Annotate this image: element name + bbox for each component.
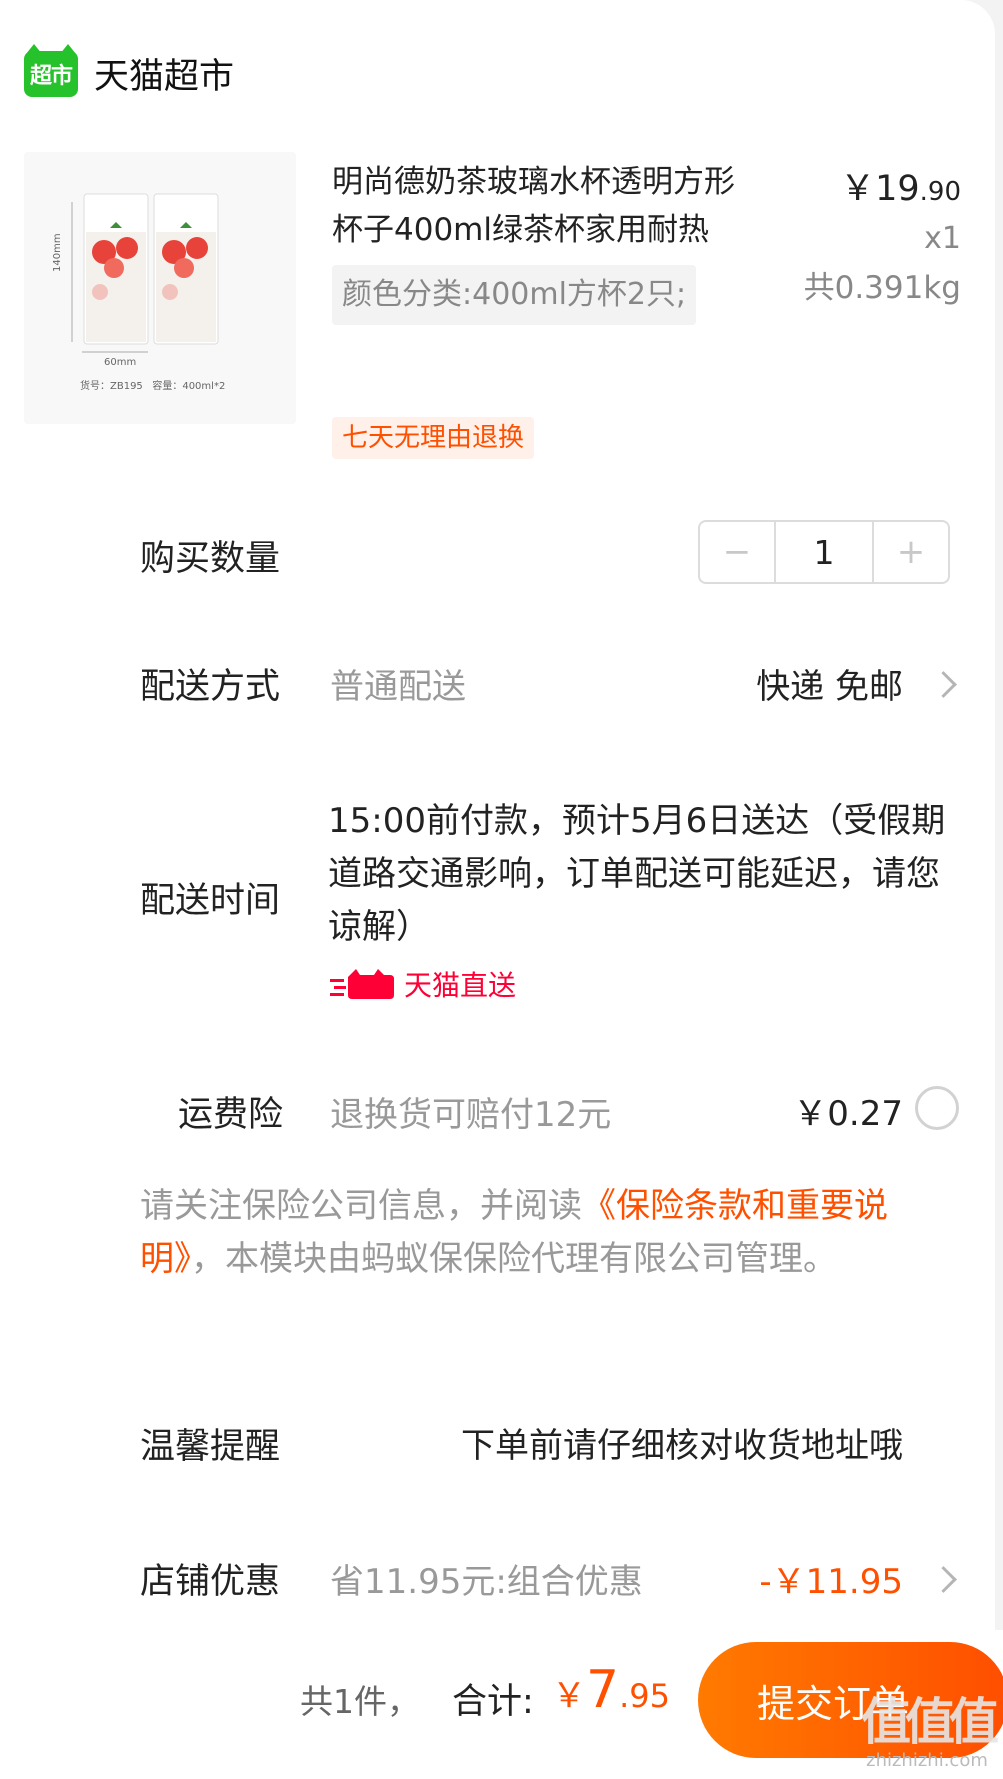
insurance-note: 请关注保险公司信息，并阅读《保险条款和重要说明》，本模块由蚂蚁保保险代理有限公司…: [140, 1180, 970, 1286]
image-width-label: 60mm: [104, 357, 137, 368]
product-image[interactable]: 140mm 60mm 货号：ZB195 容量：400ml*2: [24, 152, 296, 424]
tmall-direct-text: 天猫直送: [404, 969, 517, 1002]
purchase-quantity-label: 购买数量: [140, 539, 281, 579]
return-policy-tag: 七天无理由退换: [332, 417, 535, 459]
delivery-time-label: 配送时间: [140, 881, 281, 921]
total-currency: ￥: [552, 1676, 586, 1716]
increase-button[interactable]: +: [874, 522, 948, 582]
shipping-insurance-sub: 退换货可赔付12元: [330, 1095, 612, 1135]
store-logo-text: 超市: [29, 63, 73, 89]
store-discount-sub: 省11.95元:组合优惠: [330, 1562, 643, 1602]
shipping-insurance-label: 运费险: [178, 1095, 284, 1135]
price-area: ￥19.90 x1 共0.391kg: [761, 160, 961, 307]
store-name: 天猫超市: [94, 57, 235, 97]
image-spec-label: 货号：ZB195 容量：400ml*2: [80, 381, 226, 392]
product-sku[interactable]: 颜色分类:400ml方杯2只;: [332, 265, 697, 325]
shipping-method-sub: 普通配送: [330, 667, 466, 707]
order-card: 超市 天猫超市 140mm 60mm 货号：ZB195 容量：400ml*2 明…: [0, 0, 995, 1779]
total-label: 合计:: [452, 1682, 534, 1722]
checkout-bar: 共1件， 合计: ￥7.95 提交订单 值值值 zhizhizhi.com: [0, 1630, 1003, 1779]
watermark-logo: 值值值: [861, 1693, 999, 1751]
store-discount-label: 店铺优惠: [140, 1562, 281, 1602]
quantity-badge: x1: [924, 221, 961, 256]
tmall-supermarket-logo: 超市: [24, 43, 78, 97]
shipping-insurance-price: ￥0.27: [793, 1094, 903, 1134]
product-weight: 共0.391kg: [803, 270, 961, 306]
total-decimal: .95: [619, 1677, 670, 1715]
chevron-right-icon[interactable]: [930, 671, 957, 698]
insurance-note-prefix: 请关注保险公司信息，并阅读: [140, 1186, 582, 1226]
price-decimal: .90: [919, 177, 961, 207]
tmall-direct-icon: [330, 969, 394, 999]
watermark: 值值值 zhizhizhi.com: [861, 1682, 999, 1771]
image-height-label: 140mm: [52, 233, 63, 272]
tmall-direct-badge: 天猫直送: [330, 964, 516, 1004]
quantity-stepper: − 1 +: [698, 520, 950, 584]
shipping-method-label: 配送方式: [140, 667, 281, 707]
decrease-button[interactable]: −: [700, 522, 774, 582]
total-amount: ￥7.95: [552, 1660, 670, 1720]
store-discount-value[interactable]: -￥11.95: [759, 1554, 903, 1603]
unit-price: ￥19.90: [761, 160, 961, 211]
shipping-method-value[interactable]: 快递 免邮: [756, 659, 903, 708]
price-integer: ￥19: [840, 169, 920, 209]
item-count: 共1件，: [300, 1682, 420, 1721]
insurance-radio-icon[interactable]: [915, 1086, 959, 1130]
watermark-text: zhizhizhi.com: [866, 1750, 988, 1771]
product-title[interactable]: 明尚德奶茶玻璃水杯透明方形杯子400ml绿茶杯家用耐热: [332, 158, 752, 254]
total-integer: 7: [586, 1660, 620, 1720]
reminder-label: 温馨提醒: [140, 1427, 281, 1467]
store-header[interactable]: 超市 天猫超市: [24, 43, 235, 99]
delivery-time-text: 15:00前付款，预计5月6日送达（受假期道路交通影响，订单配送可能延迟，请您谅…: [328, 801, 946, 947]
quantity-value[interactable]: 1: [774, 522, 874, 582]
reminder-text: 下单前请仔细核对收货地址哦: [461, 1426, 903, 1466]
chevron-right-icon[interactable]: [930, 1566, 957, 1593]
insurance-note-suffix: ，本模块由蚂蚁保保险代理有限公司管理。: [191, 1239, 837, 1279]
